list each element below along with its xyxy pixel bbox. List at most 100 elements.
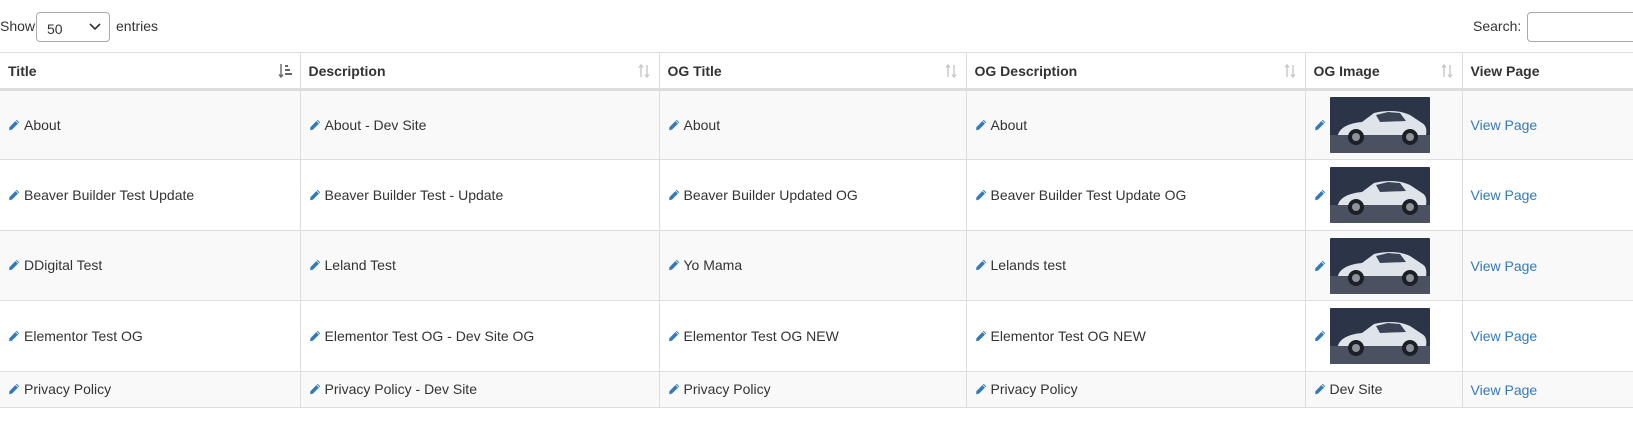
og-image-editable[interactable]	[1314, 237, 1430, 294]
pencil-icon[interactable]	[309, 259, 321, 271]
og-title-cell: Beaver Builder Updated OG	[659, 159, 967, 231]
og-image-editable[interactable]: Dev Site	[1314, 381, 1383, 397]
pencil-icon[interactable]	[1314, 189, 1326, 201]
entries-length-select[interactable]: 50	[36, 12, 110, 42]
og-title-editable[interactable]: About	[668, 117, 720, 133]
pencil-icon[interactable]	[975, 119, 987, 131]
table-row: DDigital Test Leland Test Yo Mama Lelands t…	[0, 230, 1633, 301]
pencil-icon[interactable]	[1314, 330, 1326, 342]
og-description-editable[interactable]: Privacy Policy	[975, 381, 1078, 397]
og-image-editable[interactable]	[1314, 97, 1430, 153]
description-editable[interactable]: Privacy Policy - Dev Site	[309, 381, 477, 397]
pencil-icon[interactable]	[1314, 260, 1326, 272]
description-editable[interactable]: Beaver Builder Test - Update	[309, 187, 503, 203]
og-image-editable[interactable]	[1314, 308, 1430, 364]
og-description-editable[interactable]: Elementor Test OG NEW	[975, 328, 1146, 344]
car-thumbnail	[1329, 308, 1430, 364]
og-description-text: Lelands test	[990, 257, 1067, 273]
table-row: Beaver Builder Test Update Beaver Builder…	[0, 159, 1633, 231]
og-description-editable[interactable]: Beaver Builder Test Update OG	[975, 187, 1186, 203]
column-header-og-title[interactable]: OG Title	[659, 52, 967, 91]
column-header-view-page[interactable]: View Page	[1462, 52, 1633, 91]
og-title-editable[interactable]: Beaver Builder Updated OG	[668, 187, 858, 203]
pencil-icon[interactable]	[668, 259, 680, 271]
view-page-link[interactable]: View Page	[1471, 382, 1538, 398]
pencil-icon[interactable]	[668, 189, 680, 201]
car-thumbnail	[1329, 237, 1430, 294]
title-text: Privacy Policy	[24, 381, 112, 397]
view-page-cell: View Page	[1462, 159, 1633, 231]
title-text: About	[24, 116, 61, 133]
title-editable[interactable]: Privacy Policy	[8, 381, 111, 397]
pencil-icon[interactable]	[309, 383, 321, 395]
og-description-editable[interactable]: Lelands test	[975, 257, 1067, 273]
entries-label: entries	[116, 18, 159, 34]
description-editable[interactable]: Elementor Test OG - Dev Site OG	[309, 328, 534, 344]
pencil-icon[interactable]	[975, 259, 987, 271]
pencil-icon[interactable]	[309, 189, 321, 201]
column-header-label: Description	[308, 62, 386, 79]
chevron-down-icon	[89, 23, 101, 31]
view-page-cell: View Page	[1462, 89, 1633, 160]
sort-both-icon[interactable]	[1440, 63, 1454, 79]
pencil-icon[interactable]	[668, 330, 680, 342]
pencil-icon[interactable]	[668, 119, 680, 131]
title-editable[interactable]: About	[8, 117, 61, 133]
pencil-icon[interactable]	[309, 119, 321, 131]
view-page-link[interactable]: View Page	[1471, 258, 1538, 274]
column-header-description[interactable]: Description	[300, 52, 660, 91]
sort-both-icon[interactable]	[1283, 63, 1297, 79]
og-image-cell: Dev Site	[1305, 371, 1463, 408]
og-image-cell	[1305, 159, 1463, 231]
og-description-cell: Beaver Builder Test Update OG	[966, 159, 1306, 231]
column-header-label: OG Description	[974, 62, 1078, 79]
og-title-editable[interactable]: Yo Mama	[668, 257, 743, 273]
entries-length-value: 50	[47, 21, 63, 37]
pencil-icon[interactable]	[668, 383, 680, 395]
column-header-og-description[interactable]: OG Description	[966, 52, 1306, 91]
og-image-editable[interactable]	[1314, 167, 1430, 223]
pencil-icon[interactable]	[8, 189, 20, 201]
pencil-icon[interactable]	[975, 383, 987, 395]
pencil-icon[interactable]	[975, 330, 987, 342]
og-description-text: Elementor Test OG NEW	[990, 327, 1146, 344]
view-page-link[interactable]: View Page	[1471, 328, 1538, 344]
pencil-icon[interactable]	[8, 119, 20, 131]
column-header-title[interactable]: Title	[0, 52, 301, 91]
sort-both-icon[interactable]	[637, 63, 651, 79]
view-page-link[interactable]: View Page	[1471, 117, 1538, 133]
og-title-text: Yo Mama	[683, 257, 743, 273]
og-image-text: Dev Site	[1329, 381, 1383, 397]
pencil-icon[interactable]	[8, 383, 20, 395]
og-image-cell	[1305, 89, 1463, 160]
description-editable[interactable]: About - Dev Site	[309, 117, 426, 133]
description-cell: About - Dev Site	[300, 89, 660, 160]
pencil-icon[interactable]	[8, 259, 20, 271]
description-editable[interactable]: Leland Test	[309, 257, 396, 273]
view-page-cell: View Page	[1462, 300, 1633, 372]
title-cell: About	[0, 89, 301, 160]
title-editable[interactable]: Beaver Builder Test Update	[8, 187, 194, 203]
sort-both-icon[interactable]	[944, 63, 958, 79]
og-title-editable[interactable]: Privacy Policy	[668, 381, 771, 397]
og-title-text: Beaver Builder Updated OG	[683, 186, 858, 203]
pencil-icon[interactable]	[309, 330, 321, 342]
pencil-icon[interactable]	[1314, 119, 1326, 131]
description-cell: Leland Test	[300, 230, 660, 301]
title-editable[interactable]: Elementor Test OG	[8, 328, 143, 344]
og-title-cell: Privacy Policy	[659, 371, 967, 408]
title-text: DDigital Test	[24, 257, 103, 273]
og-description-editable[interactable]: About	[975, 117, 1027, 133]
search-input[interactable]	[1527, 12, 1633, 42]
pages-table: Title Description OG Title OG Description OG…	[0, 52, 1633, 408]
column-header-og-image[interactable]: OG Image	[1305, 52, 1463, 91]
title-editable[interactable]: DDigital Test	[8, 257, 102, 273]
pencil-icon[interactable]	[975, 189, 987, 201]
view-page-link[interactable]: View Page	[1471, 187, 1538, 203]
og-title-editable[interactable]: Elementor Test OG NEW	[668, 328, 839, 344]
title-cell: Elementor Test OG	[0, 300, 301, 372]
sort-ascending-icon[interactable]	[277, 63, 292, 79]
pencil-icon[interactable]	[8, 330, 20, 342]
pencil-icon[interactable]	[1314, 383, 1326, 395]
table-body: About About - Dev Site About About View Page…	[0, 89, 1633, 408]
